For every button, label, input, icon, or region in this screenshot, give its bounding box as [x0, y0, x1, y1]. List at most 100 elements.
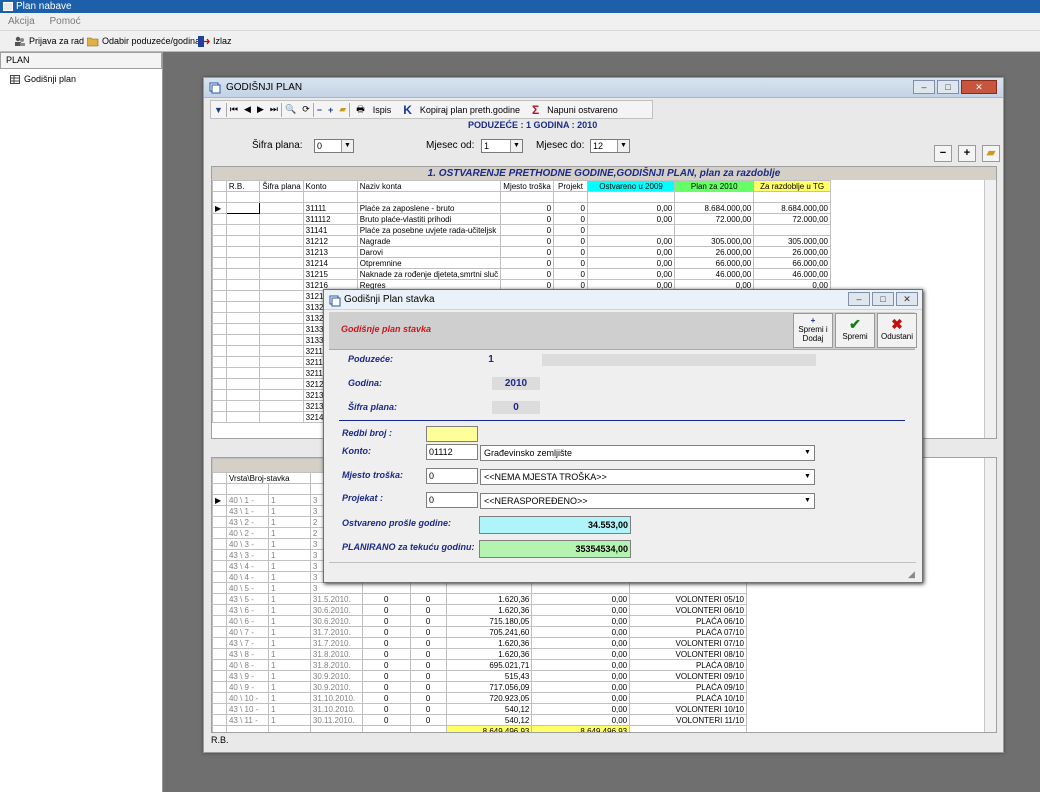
table-cell[interactable] [225, 483, 269, 495]
table-cell[interactable]: 31214 [302, 257, 358, 269]
table-cell[interactable]: 1 [267, 659, 311, 671]
table-cell[interactable] [531, 582, 631, 594]
table-row[interactable]: 31212 Nagrade 0 0 0,00 305.000,00 305.000,00 [212, 235, 831, 247]
table-cell[interactable] [259, 312, 304, 324]
row-selector[interactable] [212, 246, 227, 258]
row-selector[interactable]: ▶ [212, 494, 227, 506]
row-selector[interactable] [212, 268, 227, 280]
table-cell[interactable] [225, 334, 261, 346]
table-cell[interactable]: 30.6.2010. [309, 615, 363, 627]
table-cell[interactable] [259, 279, 304, 291]
table-cell[interactable]: 1 [267, 681, 311, 693]
table-cell[interactable]: 0 [409, 659, 447, 671]
project-code-input[interactable]: 0 [426, 492, 478, 508]
column-header[interactable]: Mjesto troška [500, 180, 555, 192]
login-button[interactable]: Prijava za rad [14, 31, 84, 52]
table-row[interactable]: 40 \ 6 -1 30.6.2010. 0 0 715.180,05 0,00 PLAĆA… [212, 615, 747, 627]
save-button[interactable]: ✔ Spremi [835, 313, 875, 348]
column-header[interactable]: Ostvareno u 2009 [586, 180, 676, 192]
table-cell[interactable]: 0,00 [531, 648, 631, 660]
table-cell[interactable]: 0 [409, 692, 447, 704]
table-cell[interactable]: 0 [500, 213, 555, 225]
table-cell[interactable]: VOLONTERI 06/10 [629, 604, 747, 616]
table-row[interactable]: 40 \ 8 -1 31.8.2010. 0 0 695.021,71 0,00 PLAĆA… [212, 659, 747, 671]
table-cell[interactable]: 40 \ 10 - [225, 692, 269, 704]
row-selector[interactable] [212, 648, 227, 660]
table-cell[interactable]: PLAĆA 08/10 [629, 659, 747, 671]
table-cell[interactable]: 0 [409, 626, 447, 638]
table-cell[interactable] [259, 400, 304, 412]
table-cell[interactable]: 305.000,00 [674, 235, 755, 247]
table-cell[interactable] [259, 389, 304, 401]
table-cell[interactable]: 0 [361, 604, 411, 616]
table-cell[interactable]: 0 [409, 637, 447, 649]
table-row[interactable]: 43 \ 9 -1 30.9.2010. 0 0 515,43 0,00 VOLONTERI… [212, 670, 747, 682]
table-cell[interactable]: 40 \ 9 - [225, 681, 269, 693]
table-cell[interactable] [225, 191, 261, 203]
table-cell[interactable]: 0 [553, 224, 588, 236]
table-cell[interactable]: 30.9.2010. [309, 681, 363, 693]
table-cell[interactable]: 1 [267, 494, 311, 506]
table-cell[interactable] [225, 268, 261, 280]
table-cell[interactable]: 1 [267, 626, 311, 638]
row-selector[interactable] [212, 389, 227, 401]
table-cell[interactable]: 72.000,00 [753, 213, 831, 225]
table-cell[interactable]: 8.684.000,00 [674, 202, 755, 214]
column-header[interactable]: Projekt [553, 180, 588, 192]
table-row[interactable]: 40 \ 9 -1 30.9.2010. 0 0 717.056,09 0,00 PLAĆA… [212, 681, 747, 693]
table-cell[interactable]: 40 \ 6 - [225, 615, 269, 627]
row-selector[interactable]: ▶ [212, 202, 227, 214]
table-cell[interactable]: 0 [409, 703, 447, 715]
table-cell[interactable]: 0,00 [586, 213, 676, 225]
table-cell[interactable]: 31.10.2010. [309, 692, 363, 704]
table-cell[interactable]: 26.000,00 [674, 246, 755, 258]
table-cell[interactable] [259, 191, 304, 203]
column-header[interactable]: Konto [302, 180, 358, 192]
table-row[interactable]: 43 \ 11 -1 30.11.2010. 0 0 540,12 0,00 VOLONTE… [212, 714, 747, 726]
table-cell[interactable]: 1 [267, 637, 311, 649]
table-cell[interactable]: 0,00 [531, 714, 631, 726]
table-cell[interactable]: 1 [267, 604, 311, 616]
table-cell[interactable] [674, 224, 755, 236]
table-cell[interactable]: VOLONTERI 10/10 [629, 703, 747, 715]
fill-actual-button[interactable]: Σ Napuni ostvareno [529, 103, 621, 117]
table-cell[interactable]: 540,12 [445, 703, 533, 715]
table-cell[interactable]: 43 \ 6 - [225, 604, 269, 616]
table-cell[interactable] [225, 400, 261, 412]
table-cell[interactable]: 0 [361, 692, 411, 704]
row-selector[interactable] [212, 604, 227, 616]
table-cell[interactable]: 0,00 [531, 703, 631, 715]
table-cell[interactable] [259, 323, 304, 335]
row-selector[interactable] [212, 279, 227, 291]
row-selector[interactable] [212, 582, 227, 594]
table-cell[interactable] [259, 224, 304, 236]
table-cell[interactable] [259, 334, 304, 346]
table-cell[interactable]: 0 [500, 224, 555, 236]
table-cell[interactable]: 0 [409, 714, 447, 726]
last-record-icon[interactable]: ⏭ [270, 104, 278, 115]
table-cell[interactable] [225, 213, 261, 225]
table-row[interactable]: 43 \ 10 -1 31.10.2010. 0 0 540,12 0,00 VOLONTE… [212, 703, 747, 715]
table-cell[interactable]: 0 [361, 648, 411, 660]
column-header[interactable]: R.B. [225, 180, 261, 192]
column-header[interactable]: Za razdoblje u TG [753, 180, 831, 192]
table-row[interactable]: 31213 Darovi 0 0 0,00 26.000,00 26.000,00 [212, 246, 831, 258]
menu-akcija[interactable]: Akcija [8, 16, 35, 27]
exit-button[interactable]: Izlaz [198, 31, 232, 52]
table-cell[interactable]: 31213 [302, 246, 358, 258]
table-cell[interactable]: 43 \ 7 - [225, 637, 269, 649]
table-row[interactable]: 43 \ 6 -1 30.6.2010. 0 0 1.620,36 0,00 VOLONTE… [212, 604, 747, 616]
table-cell[interactable]: 43 \ 1 - [225, 505, 269, 517]
table-cell[interactable]: 0,00 [531, 659, 631, 671]
table-cell[interactable]: 43 \ 3 - [225, 549, 269, 561]
row-selector[interactable] [212, 257, 227, 269]
table-cell[interactable] [225, 202, 261, 214]
table-row[interactable]: 40 \ 7 -1 31.7.2010. 0 0 705.241,60 0,00 PLAĆA… [212, 626, 747, 638]
grid-add-button[interactable]: + [958, 145, 976, 162]
table-cell[interactable] [267, 483, 311, 495]
table-cell[interactable]: 0,00 [531, 681, 631, 693]
table-cell[interactable] [302, 191, 358, 203]
table-cell[interactable] [225, 378, 261, 390]
table-cell[interactable]: 1 [267, 692, 311, 704]
table-cell[interactable]: 43 \ 4 - [225, 560, 269, 572]
